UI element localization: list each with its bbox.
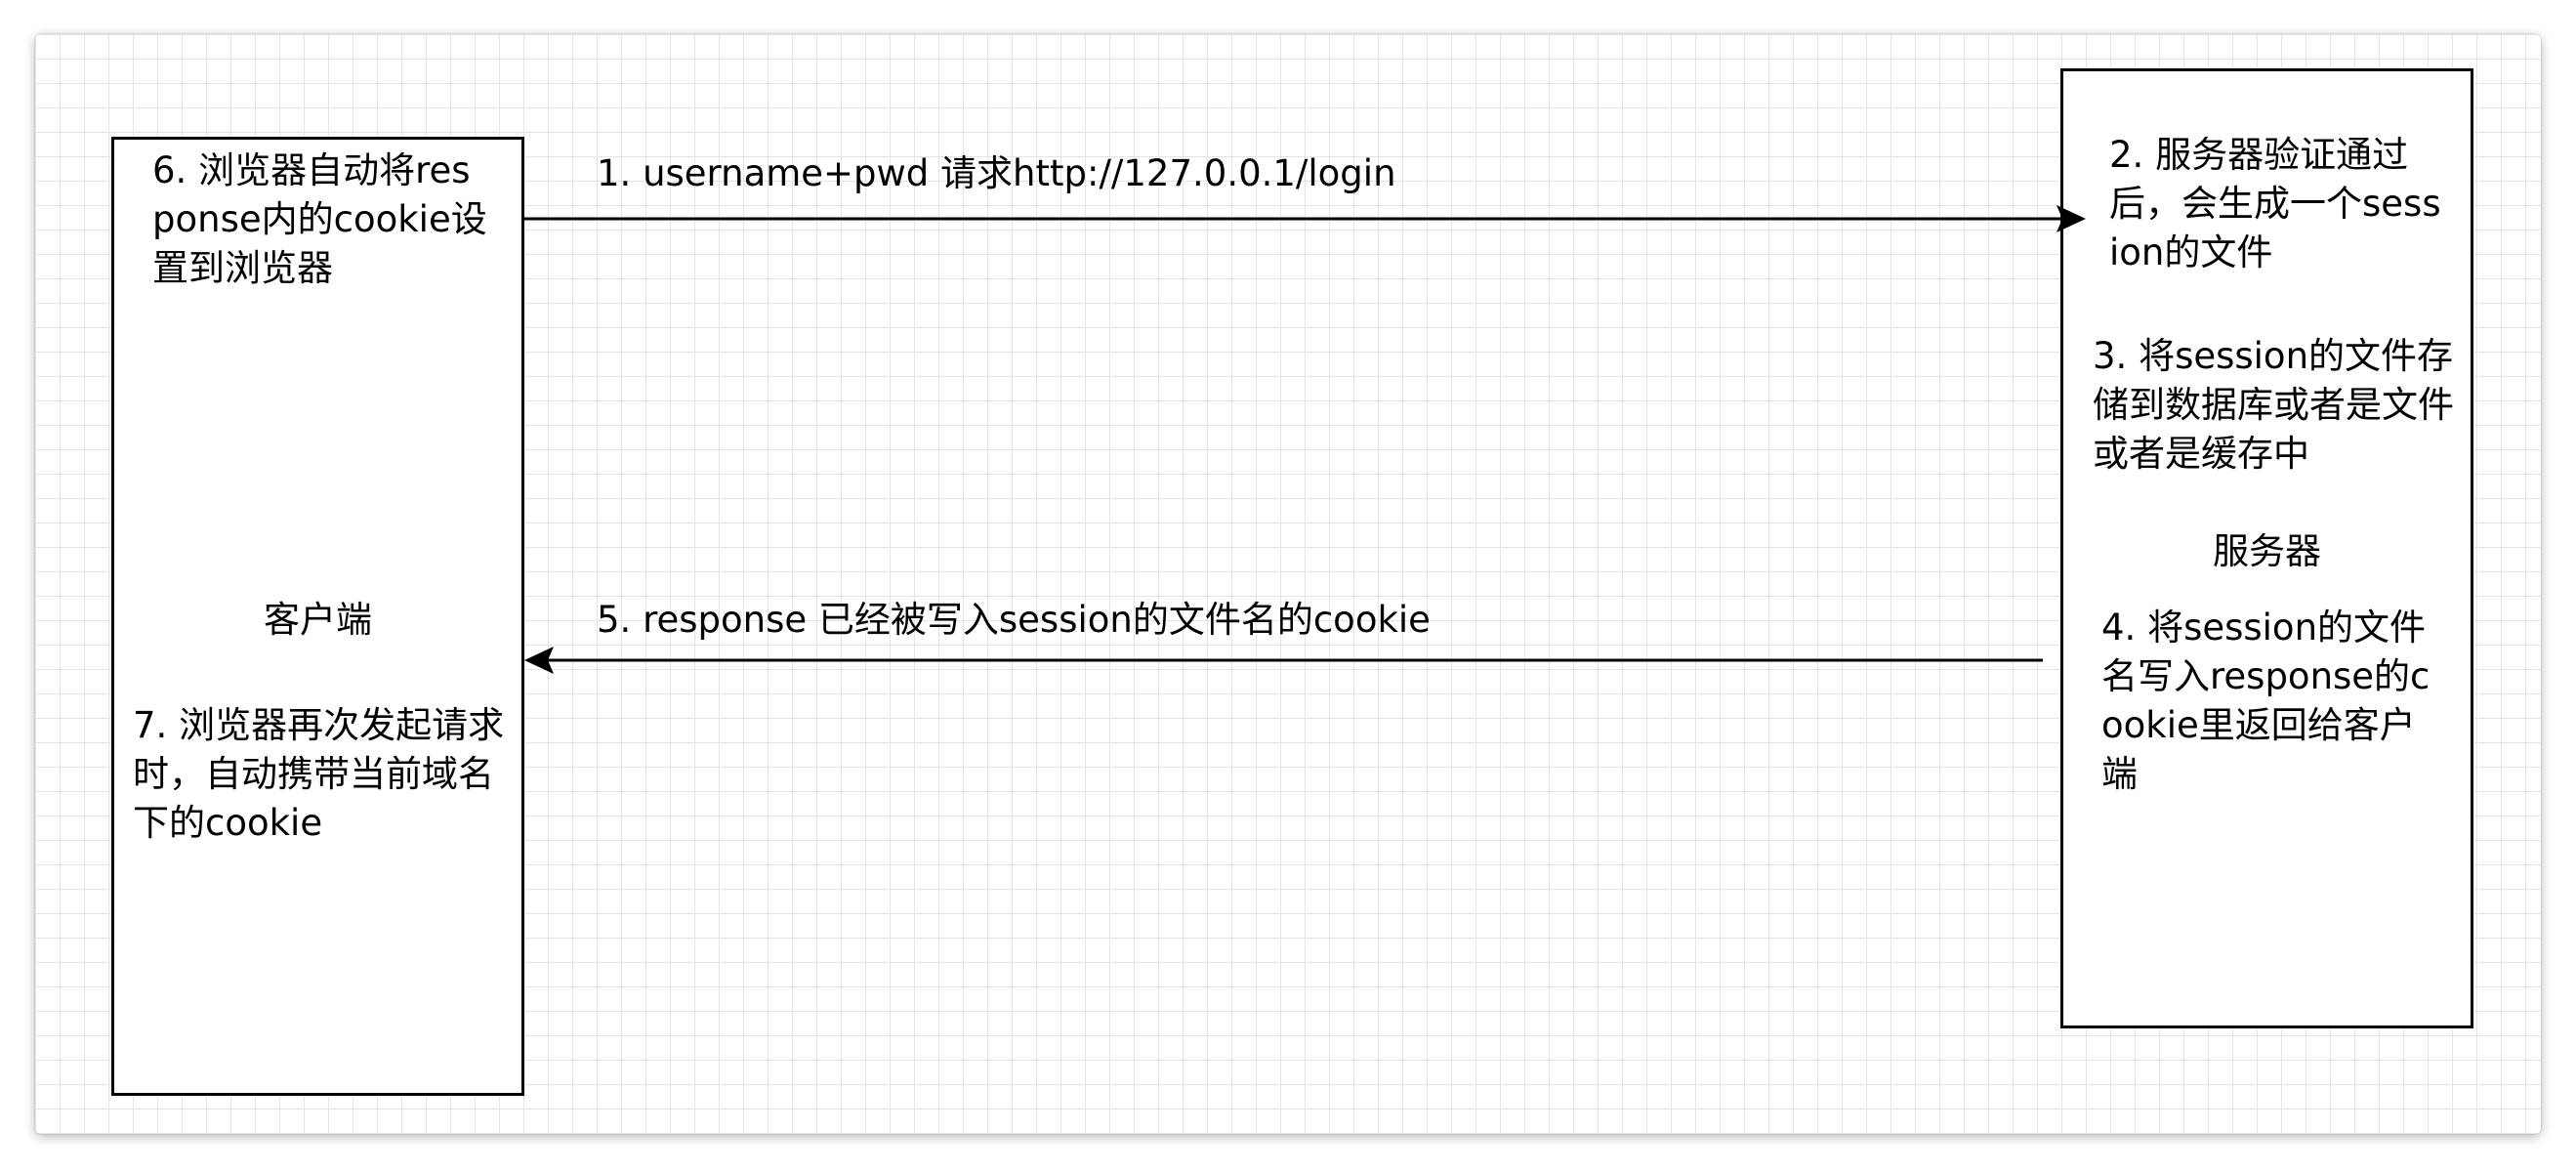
response-edge-label: 5. response 已经被写入session的文件名的cookie: [597, 599, 1431, 641]
request-edge-label: 1. username+pwd 请求http://127.0.0.1/login: [597, 152, 1396, 194]
client-step7-text: 7. 浏览器再次发起请求时，自动携带当前域名下的cookie: [133, 704, 505, 844]
server-step4-text: 4. 将session的文件名写入response的cookie里返回给客户端: [2101, 607, 2431, 795]
server-name: 服务器: [2213, 530, 2321, 572]
client-name: 客户端: [264, 599, 372, 641]
server-step2-text: 2. 服务器验证通过后，会生成一个session的文件: [2109, 134, 2441, 273]
server-step3-text: 3. 将session的文件存储到数据库或者是文件或者是缓存中: [2093, 335, 2454, 475]
client-step6-text: 6. 浏览器自动将response内的cookie设置到浏览器: [152, 149, 487, 289]
